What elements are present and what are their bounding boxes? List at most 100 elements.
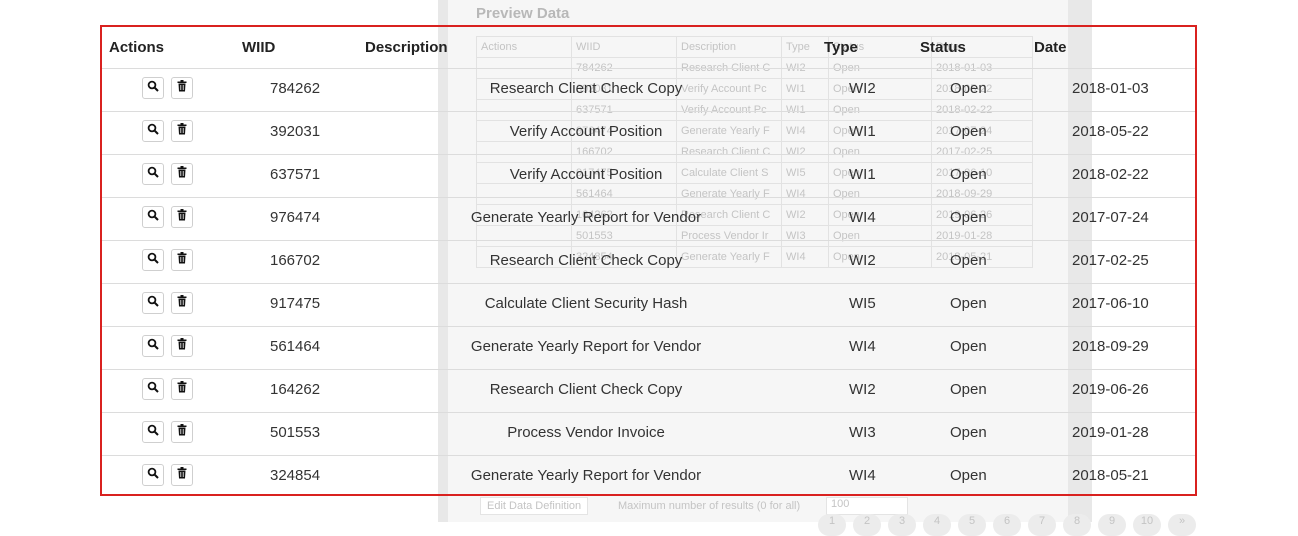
cell-date: 2017-06-10 <box>1072 295 1149 312</box>
cell-status: Open <box>950 338 987 355</box>
cell-date: 2017-07-24 <box>1072 209 1149 226</box>
cell-status: Open <box>950 424 987 441</box>
view-button[interactable] <box>142 421 164 443</box>
cell-type: WI2 <box>849 80 876 97</box>
delete-button[interactable] <box>171 378 193 400</box>
trash-icon <box>177 294 187 312</box>
cell-wiid: 166702 <box>270 252 321 269</box>
page-button[interactable]: 2 <box>853 514 881 536</box>
header-actions: Actions <box>109 39 165 56</box>
table-header: Actions WIID Description Type Status Dat… <box>102 27 1195 69</box>
cell-status: Open <box>950 295 987 312</box>
cell-description: Verify Account Position <box>509 166 663 183</box>
delete-button[interactable] <box>171 120 193 142</box>
cell-description: Verify Account Position <box>509 123 663 140</box>
cell-status: Open <box>950 467 987 484</box>
cell-date: 2018-02-22 <box>1072 166 1149 183</box>
cell-type: WI4 <box>849 467 876 484</box>
page-button[interactable]: 8 <box>1063 514 1091 536</box>
trash-icon <box>177 165 187 183</box>
cell-status: Open <box>950 381 987 398</box>
page-button[interactable]: 7 <box>1028 514 1056 536</box>
trash-icon <box>177 208 187 226</box>
pagination: 1 2 3 4 5 6 7 8 9 10 » <box>818 514 1196 536</box>
work-items-table: Actions WIID Description Type Status Dat… <box>100 25 1197 496</box>
cell-date: 2017-02-25 <box>1072 252 1149 269</box>
trash-icon <box>177 251 187 269</box>
page-button[interactable]: 6 <box>993 514 1021 536</box>
trash-icon <box>177 423 187 441</box>
header-status[interactable]: Status <box>920 39 966 56</box>
magnifier-icon <box>147 337 159 355</box>
cell-date: 2018-05-21 <box>1072 467 1149 484</box>
cell-type: WI1 <box>849 166 876 183</box>
table-row: 501553 Process Vendor Invoice WI3 Open 2019-… <box>102 412 1195 456</box>
magnifier-icon <box>147 294 159 312</box>
magnifier-icon <box>147 423 159 441</box>
cell-date: 2018-05-22 <box>1072 123 1149 140</box>
page-button[interactable]: 9 <box>1098 514 1126 536</box>
table-row: 164262 Research Client Check Copy WI2 Open 2… <box>102 369 1195 413</box>
header-type[interactable]: Type <box>824 39 858 56</box>
cell-description: Generate Yearly Report for Vendor <box>470 338 702 355</box>
cell-wiid: 164262 <box>270 381 321 398</box>
view-button[interactable] <box>142 77 164 99</box>
delete-button[interactable] <box>171 206 193 228</box>
view-button[interactable] <box>142 292 164 314</box>
cell-description: Research Client Check Copy <box>489 80 683 97</box>
view-button[interactable] <box>142 335 164 357</box>
view-button[interactable] <box>142 120 164 142</box>
magnifier-icon <box>147 122 159 140</box>
delete-button[interactable] <box>171 421 193 443</box>
edit-data-definition-button[interactable]: Edit Data Definition <box>480 497 589 515</box>
delete-button[interactable] <box>171 292 193 314</box>
header-description[interactable]: Description <box>365 39 448 56</box>
delete-button[interactable] <box>171 335 193 357</box>
trash-icon <box>177 380 187 398</box>
view-button[interactable] <box>142 206 164 228</box>
cell-date: 2018-01-03 <box>1072 80 1149 97</box>
delete-button[interactable] <box>171 249 193 271</box>
delete-button[interactable] <box>171 77 193 99</box>
cell-description: Generate Yearly Report for Vendor <box>470 467 702 484</box>
delete-button[interactable] <box>171 464 193 486</box>
cell-type: WI5 <box>849 295 876 312</box>
page-button[interactable]: » <box>1168 514 1196 536</box>
table-row: 324854 Generate Yearly Report for Vendor W… <box>102 455 1195 498</box>
page-button[interactable]: 3 <box>888 514 916 536</box>
cell-status: Open <box>950 209 987 226</box>
header-wiid[interactable]: WIID <box>242 39 275 56</box>
magnifier-icon <box>147 251 159 269</box>
magnifier-icon <box>147 165 159 183</box>
cell-wiid: 561464 <box>270 338 321 355</box>
table-row: 392031 Verify Account Position WI1 Open 2018… <box>102 111 1195 155</box>
view-button[interactable] <box>142 378 164 400</box>
page-button[interactable]: 4 <box>923 514 951 536</box>
delete-button[interactable] <box>171 163 193 185</box>
cell-wiid: 637571 <box>270 166 321 183</box>
cell-date: 2019-01-28 <box>1072 424 1149 441</box>
cell-status: Open <box>950 80 987 97</box>
magnifier-icon <box>147 79 159 97</box>
view-button[interactable] <box>142 464 164 486</box>
cell-type: WI4 <box>849 209 876 226</box>
page-button[interactable]: 10 <box>1133 514 1161 536</box>
magnifier-icon <box>147 380 159 398</box>
cell-description: Process Vendor Invoice <box>507 424 665 441</box>
cell-type: WI1 <box>849 123 876 140</box>
cell-type: WI3 <box>849 424 876 441</box>
view-button[interactable] <box>142 249 164 271</box>
table-row: 917475 Calculate Client Security Hash WI5 O… <box>102 283 1195 327</box>
max-results-input[interactable]: 100 <box>826 497 908 515</box>
cell-date: 2018-09-29 <box>1072 338 1149 355</box>
magnifier-icon <box>147 466 159 484</box>
trash-icon <box>177 79 187 97</box>
cell-description: Research Client Check Copy <box>489 381 683 398</box>
header-date[interactable]: Date <box>1034 39 1067 56</box>
page-button[interactable]: 5 <box>958 514 986 536</box>
trash-icon <box>177 337 187 355</box>
page-button[interactable]: 1 <box>818 514 846 536</box>
cell-status: Open <box>950 252 987 269</box>
cell-status: Open <box>950 123 987 140</box>
view-button[interactable] <box>142 163 164 185</box>
